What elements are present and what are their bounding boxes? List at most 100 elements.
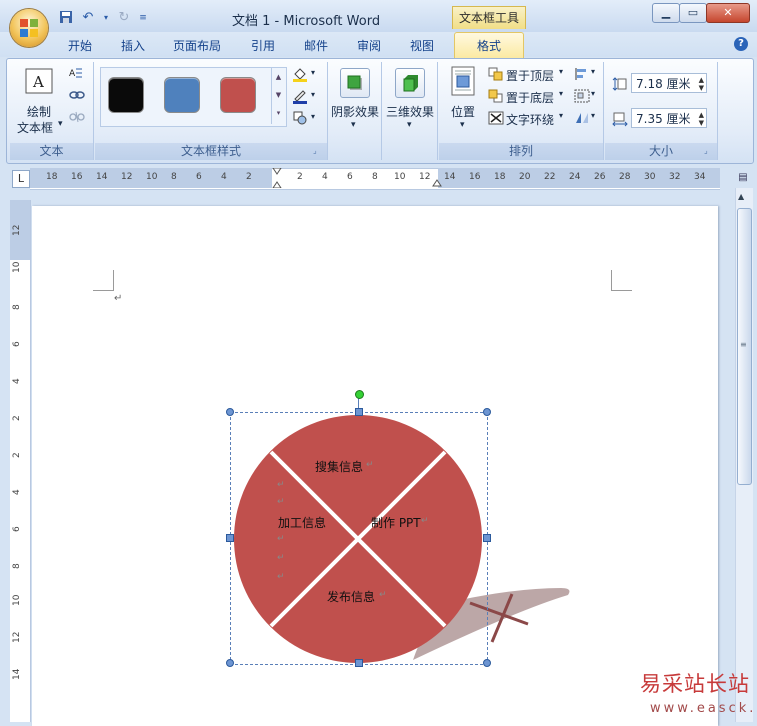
height-up-icon[interactable]: ▲ bbox=[699, 76, 704, 84]
text-direction-icon[interactable]: A bbox=[69, 66, 83, 80]
tab-insert[interactable]: 插入 bbox=[121, 36, 145, 56]
3d-dropdown-icon[interactable]: ▾ bbox=[407, 120, 412, 130]
group-objects-icon[interactable] bbox=[574, 89, 590, 103]
minimize-button[interactable]: ▁ bbox=[652, 3, 680, 23]
bring-to-front-label[interactable]: 置于顶层 bbox=[506, 67, 554, 84]
send-to-back-icon[interactable] bbox=[488, 89, 503, 103]
shape-fill-icon[interactable] bbox=[292, 66, 307, 82]
position-dropdown-icon[interactable]: ▾ bbox=[460, 120, 465, 130]
vruler-tick-label: 8 bbox=[12, 563, 22, 569]
change-shape-dropdown-icon[interactable]: ▾ bbox=[311, 112, 315, 121]
text-wrap-icon[interactable] bbox=[488, 111, 504, 125]
textbox-selection-frame[interactable] bbox=[230, 412, 488, 665]
vruler-tick-label: 12 bbox=[12, 631, 22, 643]
shape-width-icon bbox=[612, 111, 628, 127]
tab-format[interactable]: 格式 bbox=[454, 32, 524, 59]
bring-to-front-icon[interactable] bbox=[488, 67, 503, 81]
change-shape-icon[interactable] bbox=[292, 110, 307, 125]
3d-effects-label[interactable]: 三维效果 bbox=[386, 103, 434, 120]
undo-icon[interactable]: ↶ bbox=[80, 10, 96, 26]
tab-page-layout[interactable]: 页面布局 bbox=[173, 36, 221, 56]
ruler-tick-label: 12 bbox=[419, 172, 431, 182]
align-icon[interactable] bbox=[574, 67, 588, 81]
draw-textbox-dropdown-icon[interactable]: ▾ bbox=[58, 119, 63, 129]
textbox-icon: A bbox=[25, 68, 53, 94]
draw-textbox-label-1: 绘制 bbox=[27, 105, 52, 119]
text-wrap-dropdown-icon[interactable]: ▾ bbox=[559, 111, 563, 120]
svg-text:A: A bbox=[32, 73, 44, 91]
resize-handle-s[interactable] bbox=[355, 659, 363, 667]
position-button[interactable] bbox=[449, 66, 477, 101]
bring-front-dropdown-icon[interactable]: ▾ bbox=[559, 67, 563, 76]
shadow-effects-label[interactable]: 阴影效果 bbox=[331, 103, 379, 120]
close-button[interactable]: ✕ bbox=[706, 3, 750, 23]
text-wrap-label[interactable]: 文字环绕 bbox=[506, 111, 554, 128]
styles-dialog-launcher-icon[interactable]: ⌟ bbox=[313, 146, 317, 155]
vertical-ruler[interactable] bbox=[10, 200, 31, 722]
style-swatch-black[interactable] bbox=[109, 78, 143, 112]
ruler-tick-label: 14 bbox=[444, 172, 456, 182]
redo-icon[interactable]: ↻ bbox=[116, 10, 132, 26]
size-dialog-launcher-icon[interactable]: ⌟ bbox=[704, 146, 708, 155]
ruler-tick-label: 10 bbox=[146, 172, 158, 182]
ruler-tick-label: 24 bbox=[569, 172, 581, 182]
shape-height-input[interactable]: 7.18 厘米 ▲ ▼ bbox=[631, 73, 707, 93]
save-icon[interactable] bbox=[58, 10, 74, 26]
paragraph-mark: ↵ bbox=[114, 293, 123, 304]
shadow-dropdown-icon[interactable]: ▾ bbox=[351, 120, 356, 130]
shape-height-value: 7.18 厘米 bbox=[636, 77, 691, 91]
scroll-up-icon[interactable]: ▲ bbox=[738, 192, 744, 201]
group-dropdown-icon[interactable]: ▾ bbox=[591, 89, 595, 98]
resize-handle-sw[interactable] bbox=[226, 659, 234, 667]
gallery-scroll[interactable]: ▲ ▼ ▾ bbox=[271, 68, 285, 124]
help-icon[interactable]: ? bbox=[734, 37, 748, 51]
view-ruler-icon[interactable]: ▤ bbox=[735, 170, 751, 186]
shape-height-icon bbox=[612, 76, 627, 91]
tab-view[interactable]: 视图 bbox=[410, 36, 434, 56]
shape-width-input[interactable]: 7.35 厘米 ▲ ▼ bbox=[631, 108, 707, 128]
width-down-icon[interactable]: ▼ bbox=[699, 119, 704, 127]
resize-handle-ne[interactable] bbox=[483, 408, 491, 416]
shadow-effects-icon[interactable] bbox=[340, 68, 370, 98]
resize-handle-n[interactable] bbox=[355, 408, 363, 416]
shape-outline-dropdown-icon[interactable]: ▾ bbox=[311, 90, 315, 99]
maximize-button[interactable]: ▭ bbox=[679, 3, 707, 23]
shape-fill-dropdown-icon[interactable]: ▾ bbox=[311, 68, 315, 77]
indent-marker[interactable] bbox=[272, 167, 282, 189]
break-link-icon[interactable] bbox=[69, 110, 85, 124]
watermark-text-cn: 易采站长站 bbox=[640, 672, 750, 696]
group-text-label: 文本 bbox=[10, 143, 93, 160]
width-up-icon[interactable]: ▲ bbox=[699, 111, 704, 119]
draw-textbox-button[interactable]: A bbox=[24, 68, 54, 99]
tab-review[interactable]: 审阅 bbox=[357, 36, 381, 56]
align-dropdown-icon[interactable]: ▾ bbox=[591, 67, 595, 76]
right-indent-marker[interactable] bbox=[432, 176, 442, 190]
send-to-back-label[interactable]: 置于底层 bbox=[506, 89, 554, 106]
vruler-tick-label: 14 bbox=[12, 668, 22, 680]
customize-qat-icon[interactable]: ≡ bbox=[138, 10, 148, 26]
style-swatch-blue[interactable] bbox=[165, 78, 199, 112]
vruler-tick-label: 10 bbox=[12, 261, 22, 273]
rotate-icon[interactable] bbox=[574, 111, 588, 125]
tab-selector[interactable]: L bbox=[12, 170, 30, 188]
shape-outline-icon[interactable] bbox=[292, 88, 307, 104]
position-icon bbox=[451, 66, 475, 96]
rotate-dropdown-icon[interactable]: ▾ bbox=[591, 111, 595, 120]
style-swatch-red[interactable] bbox=[221, 78, 255, 112]
ruler-tick-label: 18 bbox=[494, 172, 506, 182]
office-button[interactable] bbox=[10, 9, 48, 47]
tab-home[interactable]: 开始 bbox=[68, 36, 92, 56]
resize-handle-se[interactable] bbox=[483, 659, 491, 667]
undo-dropdown-icon[interactable]: ▾ bbox=[102, 10, 110, 26]
resize-handle-w[interactable] bbox=[226, 534, 234, 542]
tab-mailings[interactable]: 邮件 bbox=[304, 36, 328, 56]
create-link-icon[interactable] bbox=[69, 88, 85, 102]
vruler-tick-label: 2 bbox=[12, 452, 22, 458]
tab-references[interactable]: 引用 bbox=[251, 36, 275, 56]
resize-handle-nw[interactable] bbox=[226, 408, 234, 416]
resize-handle-e[interactable] bbox=[483, 534, 491, 542]
height-down-icon[interactable]: ▼ bbox=[699, 84, 704, 92]
3d-effects-icon[interactable] bbox=[395, 68, 425, 98]
rotation-handle[interactable] bbox=[355, 390, 364, 399]
send-back-dropdown-icon[interactable]: ▾ bbox=[559, 89, 563, 98]
